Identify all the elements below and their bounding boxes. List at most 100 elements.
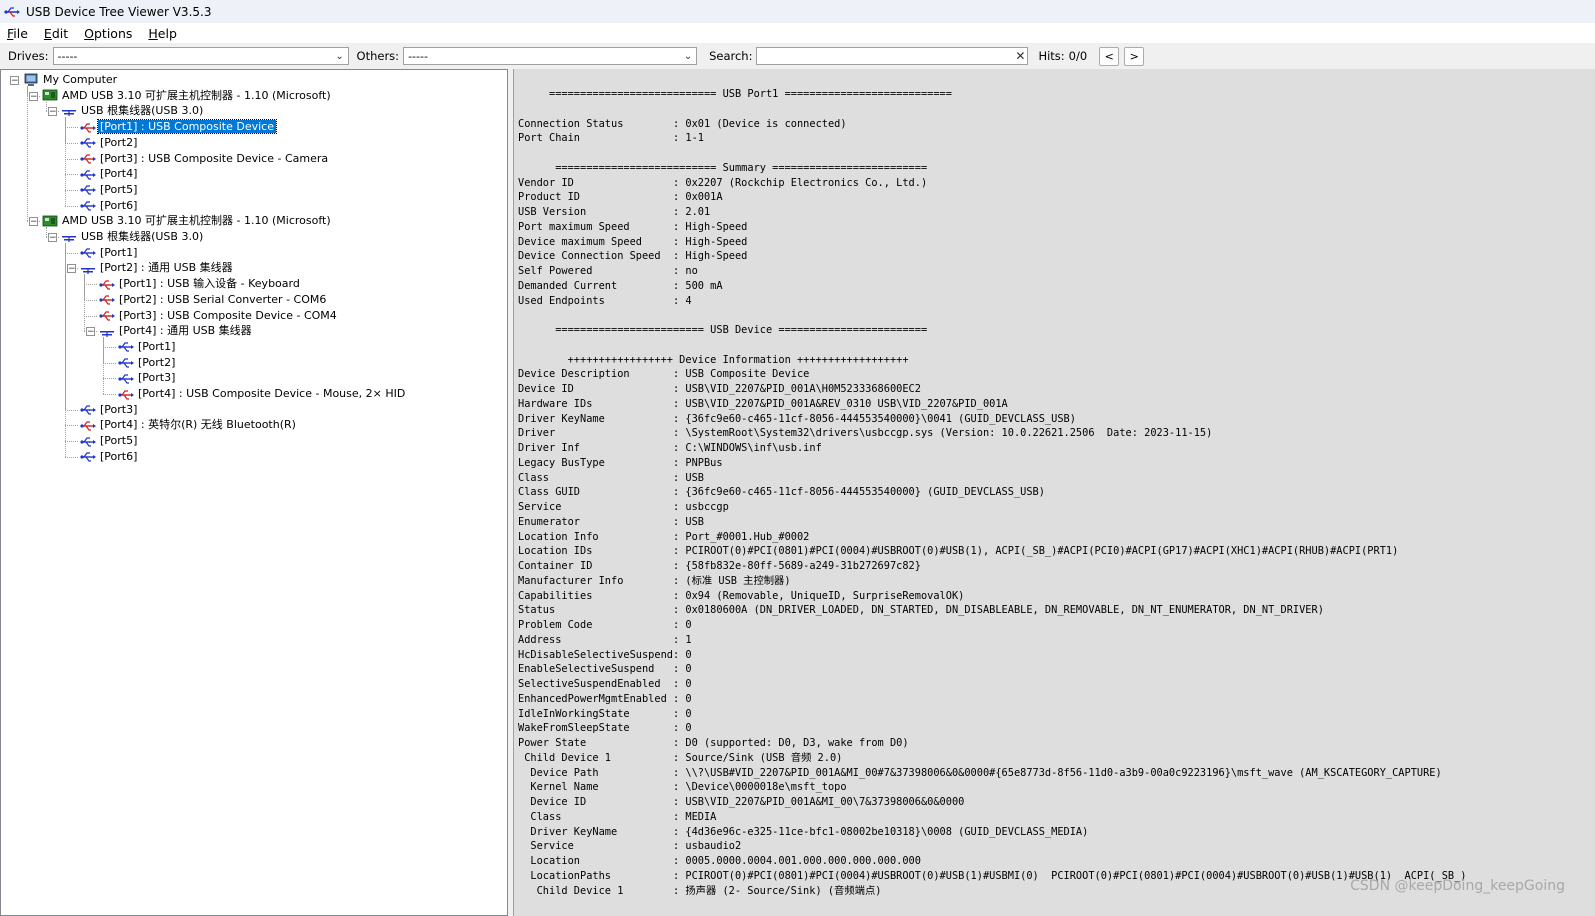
usb-port-icon — [80, 185, 96, 195]
tree-node[interactable]: [Port3] — [80, 402, 139, 417]
computer-icon — [24, 73, 38, 86]
usb-port-icon — [80, 170, 96, 180]
tree-node-label: [Port1] — [138, 339, 176, 353]
menu-label-rest: ptions — [93, 25, 133, 41]
next-hit-button[interactable]: > — [1124, 46, 1145, 66]
tree-node-label: [Port3] — [138, 371, 176, 385]
tree-connector — [103, 346, 116, 348]
tree-node[interactable]: [Port3] — [118, 370, 177, 385]
tree-node[interactable]: AMD USB 3.10 可扩展主机控制器 - 1.10 (Microsoft) — [42, 88, 333, 103]
collapse-toggle-icon[interactable]: − — [67, 264, 76, 274]
tree-node-label: [Port1] — [100, 245, 138, 259]
others-select[interactable]: ----- ⌄ — [403, 47, 698, 65]
tree-node-label: AMD USB 3.10 可扩展主机控制器 - 1.10 (Microsoft) — [62, 214, 331, 228]
collapse-toggle-icon[interactable]: − — [48, 233, 57, 243]
search-input[interactable] — [757, 48, 1014, 64]
device-details-text: =========================== USB Port1 ==… — [518, 88, 1467, 897]
root-hub-icon — [62, 109, 76, 116]
tree-node[interactable]: [Port2] : USB Serial Converter - COM6 — [99, 292, 328, 307]
usb-port-icon — [80, 405, 96, 415]
tree-node[interactable]: [Port6] — [80, 449, 139, 464]
close-icon[interactable]: ✕ — [1013, 49, 1027, 63]
collapse-toggle-icon[interactable]: − — [29, 91, 38, 101]
tree-node[interactable]: [Port1] — [80, 245, 139, 260]
tree-node-label: [Port1] : USB Composite Device — [97, 119, 277, 135]
menu-label-rest: elp — [157, 25, 177, 41]
tree-node[interactable]: [Port4] : 英特尔(R) 无线 Bluetooth(R) — [80, 417, 298, 432]
chevron-down-icon[interactable]: ⌄ — [680, 51, 696, 62]
tree-node[interactable]: [Port4] : 通用 USB 集线器 — [99, 323, 254, 338]
tree-connector — [65, 425, 78, 427]
tree-node[interactable]: My Computer — [23, 72, 119, 87]
tree-node[interactable]: [Port4] : USB Composite Device - Mouse, … — [118, 386, 407, 401]
usb-port-icon — [80, 138, 96, 148]
tree-node-label: [Port4] : 通用 USB 集线器 — [119, 324, 252, 338]
usb-device-icon — [80, 122, 96, 133]
tree-node[interactable]: USB 根集线器(USB 3.0) — [61, 229, 205, 244]
tree-connector — [46, 101, 47, 112]
tree-node[interactable]: [Port3] : USB Composite Device - Camera — [80, 151, 330, 166]
menu-mnemonic: H — [148, 25, 158, 41]
drives-select[interactable]: ----- ⌄ — [52, 47, 349, 65]
tree-node-label: My Computer — [43, 73, 118, 86]
tree-node[interactable]: [Port3] : USB Composite Device - COM4 — [99, 308, 339, 323]
tree-node[interactable]: [Port2] — [80, 135, 139, 150]
menu-label-rest: dit — [51, 25, 69, 41]
tree-node-label: [Port1] : USB 输入设备 - Keyboard — [119, 277, 300, 291]
usb-port-icon — [118, 374, 134, 384]
chevron-down-icon[interactable]: ⌄ — [332, 51, 348, 62]
tree-connector — [65, 127, 78, 129]
tree-connector — [103, 362, 116, 364]
menu-mnemonic: E — [43, 25, 52, 41]
tree-connector — [65, 456, 78, 458]
tree-node[interactable]: [Port1] : USB 输入设备 - Keyboard — [99, 276, 302, 291]
usb-device-icon — [80, 421, 96, 431]
menu-label-rest: ile — [13, 25, 28, 41]
tree-node[interactable]: [Port2] : 通用 USB 集线器 — [80, 260, 235, 275]
window-title: USB Device Tree Viewer V3.5.3 — [26, 4, 212, 19]
device-details-pane[interactable]: =========================== USB Port1 ==… — [513, 69, 1595, 916]
search-label: Search: — [709, 49, 753, 63]
tree-node[interactable]: USB 根集线器(USB 3.0) — [61, 103, 205, 118]
usb-app-icon — [4, 6, 20, 17]
tree-node-label: [Port4] : USB Composite Device - Mouse, … — [138, 387, 406, 400]
tree-node-label: [Port3] : USB Composite Device - COM4 — [119, 308, 337, 322]
tree-node-label: [Port5] — [100, 434, 138, 448]
tree-connector — [65, 189, 78, 191]
tree-connector — [65, 243, 66, 457]
menu-edit[interactable]: Edit — [43, 26, 69, 41]
hub-icon — [100, 330, 114, 337]
tree-node-label: [Port6] — [100, 449, 138, 463]
tree-node[interactable]: [Port2] — [118, 355, 177, 370]
toolbar: Drives: ----- ⌄ Others: ----- ⌄ Search: … — [0, 43, 1595, 69]
collapse-toggle-icon[interactable]: − — [10, 76, 19, 86]
tree-node[interactable]: [Port5] — [80, 433, 139, 448]
tree-connector — [65, 158, 78, 160]
tree-node[interactable]: [Port1] : USB Composite Device — [80, 119, 277, 135]
search-field[interactable]: ✕ — [756, 47, 1029, 65]
usb-device-icon — [99, 295, 115, 305]
tree-node[interactable]: AMD USB 3.10 可扩展主机控制器 - 1.10 (Microsoft) — [42, 213, 333, 228]
menu-file[interactable]: File — [6, 26, 29, 41]
tree-connector — [65, 117, 66, 206]
root-hub-icon — [62, 235, 76, 242]
tree-connector — [27, 86, 28, 222]
menu-help[interactable]: Help — [147, 26, 178, 41]
tree-node[interactable]: [Port6] — [80, 198, 139, 213]
tree-node[interactable]: [Port1] — [118, 339, 177, 354]
tree-node-label: [Port4] — [100, 167, 138, 181]
collapse-toggle-icon[interactable]: − — [29, 217, 38, 227]
tree-node-label: [Port2] — [100, 135, 138, 149]
title-bar: USB Device Tree Viewer V3.5.3 — [0, 0, 1595, 23]
tree-node-label: [Port2] — [138, 355, 176, 369]
device-tree[interactable]: − My Computer − AMD USB 3.10 可扩展主机控制器 - 1.1… — [0, 69, 508, 916]
menu-options[interactable]: Options — [83, 26, 133, 41]
tree-node[interactable]: [Port4] — [80, 166, 139, 181]
usb-port-icon — [80, 452, 96, 462]
host-controller-icon — [42, 215, 58, 227]
hub-icon — [81, 267, 95, 274]
collapse-toggle-icon[interactable]: − — [48, 107, 57, 117]
previous-hit-button[interactable]: < — [1099, 46, 1120, 66]
tree-node[interactable]: [Port5] — [80, 182, 139, 197]
collapse-toggle-icon[interactable]: − — [86, 327, 95, 337]
